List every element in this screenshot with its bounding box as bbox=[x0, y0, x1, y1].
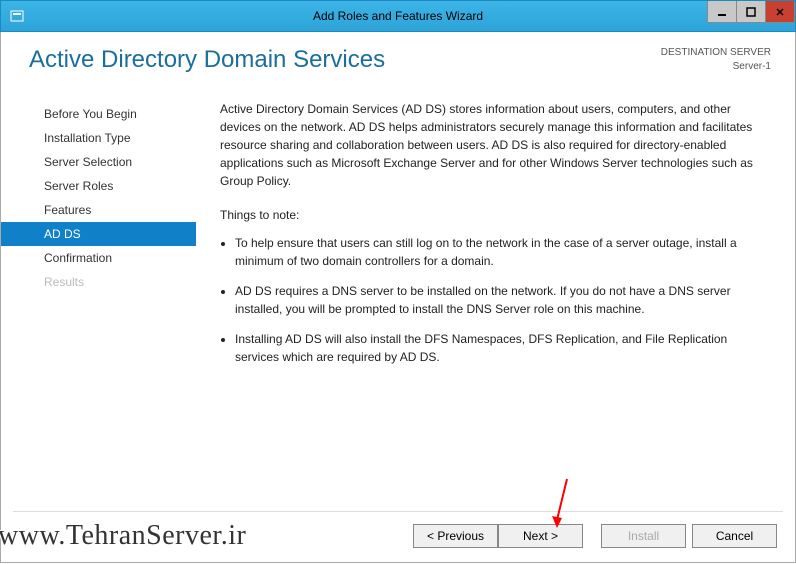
destination-server: Server-1 bbox=[661, 60, 771, 74]
note-item: To help ensure that users can still log … bbox=[235, 234, 769, 270]
destination-label: DESTINATION SERVER bbox=[661, 46, 771, 60]
sidebar-item-ad-ds[interactable]: AD DS bbox=[1, 222, 196, 246]
wizard-body: Active Directory Domain Services DESTINA… bbox=[0, 32, 796, 563]
window-title: Add Roles and Features Wizard bbox=[313, 9, 483, 23]
notes-heading: Things to note: bbox=[220, 206, 769, 224]
note-item: AD DS requires a DNS server to be instal… bbox=[235, 282, 769, 318]
watermark: www.TehranServer.ir bbox=[0, 520, 246, 552]
sidebar-item-results: Results bbox=[1, 270, 196, 294]
sidebar-item-server-roles[interactable]: Server Roles bbox=[1, 174, 196, 198]
sidebar-item-features[interactable]: Features bbox=[1, 198, 196, 222]
main-area: Before You Begin Installation Type Serve… bbox=[1, 94, 795, 378]
sidebar: Before You Begin Installation Type Serve… bbox=[1, 94, 196, 378]
notes-list: To help ensure that users can still log … bbox=[220, 234, 769, 366]
title-bar: Add Roles and Features Wizard bbox=[0, 0, 796, 32]
install-button: Install bbox=[601, 524, 686, 548]
previous-button[interactable]: < Previous bbox=[413, 524, 498, 548]
note-item: Installing AD DS will also install the D… bbox=[235, 330, 769, 366]
sidebar-item-before-you-begin[interactable]: Before You Begin bbox=[1, 102, 196, 126]
sidebar-item-server-selection[interactable]: Server Selection bbox=[1, 150, 196, 174]
window-controls bbox=[708, 1, 795, 23]
minimize-button[interactable] bbox=[707, 1, 737, 23]
app-icon bbox=[9, 8, 25, 24]
next-button[interactable]: Next > bbox=[498, 524, 583, 548]
divider bbox=[13, 511, 783, 512]
content-pane: Active Directory Domain Services (AD DS)… bbox=[196, 94, 777, 378]
close-button[interactable] bbox=[765, 1, 795, 23]
header-row: Active Directory Domain Services DESTINA… bbox=[1, 46, 795, 74]
destination-info: DESTINATION SERVER Server-1 bbox=[661, 46, 771, 74]
sidebar-item-confirmation[interactable]: Confirmation bbox=[1, 246, 196, 270]
cancel-button[interactable]: Cancel bbox=[692, 524, 777, 548]
maximize-button[interactable] bbox=[736, 1, 766, 23]
sidebar-item-installation-type[interactable]: Installation Type bbox=[1, 126, 196, 150]
page-heading: Active Directory Domain Services bbox=[29, 46, 385, 74]
button-row: < Previous Next > Install Cancel bbox=[413, 524, 777, 548]
intro-text: Active Directory Domain Services (AD DS)… bbox=[220, 100, 769, 190]
